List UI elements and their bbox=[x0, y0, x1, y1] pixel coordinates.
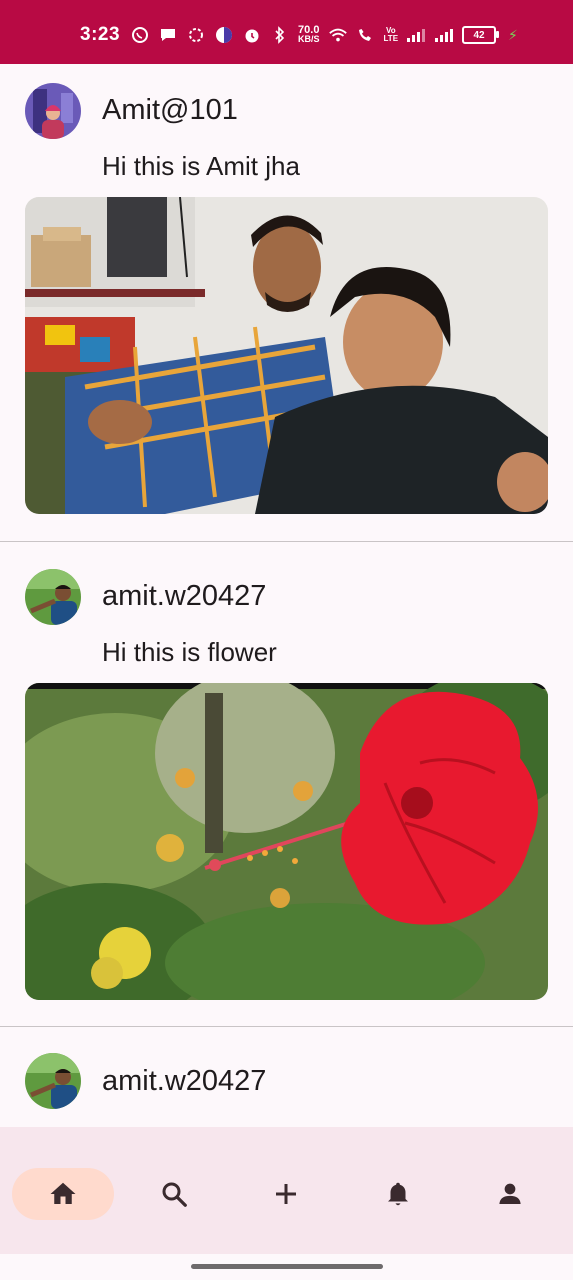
post-caption: Hi this is flower bbox=[102, 637, 277, 667]
bottom-navigation bbox=[0, 1127, 573, 1254]
wifi-calling-icon bbox=[356, 25, 376, 45]
charging-icon: ⚡ bbox=[508, 26, 518, 43]
post-divider bbox=[0, 1026, 573, 1027]
status-icons: 70.0 KB/S Vo LTE 42 ⚡ bbox=[130, 22, 518, 48]
post-username[interactable]: amit.w20427 bbox=[102, 1065, 266, 1098]
wifi-icon bbox=[328, 25, 348, 45]
post-image[interactable] bbox=[25, 197, 548, 514]
bluetooth-icon bbox=[270, 25, 290, 45]
app-notification-icon bbox=[186, 25, 206, 45]
post-divider bbox=[0, 541, 573, 542]
profile-icon bbox=[499, 1183, 521, 1204]
gesture-bar[interactable] bbox=[191, 1264, 383, 1269]
nav-profile[interactable] bbox=[459, 1168, 561, 1220]
network-speed: 70.0 KB/S bbox=[298, 25, 320, 44]
battery-level: 42 bbox=[473, 29, 485, 41]
nav-search[interactable] bbox=[123, 1168, 225, 1220]
avatar[interactable] bbox=[25, 569, 81, 625]
status-time: 3:23 bbox=[80, 24, 121, 45]
nav-notifications[interactable] bbox=[347, 1168, 449, 1220]
post-caption: Hi this is Amit jha bbox=[102, 151, 300, 181]
signal-icon-2 bbox=[434, 25, 454, 45]
avatar[interactable] bbox=[25, 1053, 81, 1109]
chat-icon bbox=[158, 25, 178, 45]
alarm-icon bbox=[242, 25, 262, 45]
home-icon bbox=[50, 1182, 76, 1204]
app-icon bbox=[214, 25, 234, 45]
search-icon bbox=[162, 1182, 187, 1207]
status-bar: 3:23 70.0 KB/S Vo LTE 42 ⚡ bbox=[0, 0, 573, 64]
notifications-icon bbox=[388, 1182, 408, 1206]
whatsapp-icon bbox=[130, 25, 150, 45]
signal-icon-1 bbox=[406, 25, 426, 45]
post-image[interactable] bbox=[25, 683, 548, 1000]
add-icon bbox=[276, 1184, 296, 1204]
avatar[interactable] bbox=[25, 83, 81, 139]
nav-home[interactable] bbox=[12, 1168, 114, 1220]
post-username[interactable]: Amit@101 bbox=[102, 94, 238, 127]
network-speed-unit: KB/S bbox=[298, 34, 320, 44]
nav-add[interactable] bbox=[235, 1168, 337, 1220]
post-username[interactable]: amit.w20427 bbox=[102, 580, 266, 613]
volte-indicator: Vo LTE bbox=[383, 26, 399, 43]
battery-icon: 42 bbox=[462, 26, 500, 44]
